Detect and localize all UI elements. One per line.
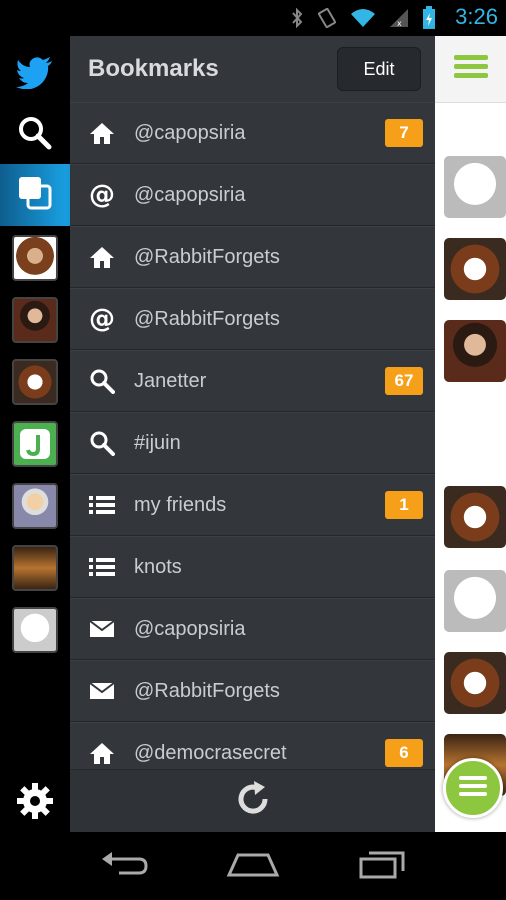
bookmark-label: knots [134,555,182,578]
at-icon: @ [70,305,134,333]
bookmark-label: @capopsiria [134,617,246,640]
wifi-icon [350,7,376,33]
mail-icon [70,681,134,701]
tweet-avatar[interactable] [444,320,506,382]
status-icons: x [290,6,436,34]
tweet-avatar[interactable] [444,238,506,300]
left-sidebar [0,36,70,832]
account-avatar-1[interactable] [0,232,70,284]
tweet-avatar[interactable] [444,486,506,548]
account-avatar-3[interactable] [0,356,70,408]
unread-count-badge: 67 [385,367,423,395]
bookmark-label: @RabbitForgets [134,679,280,702]
unread-count-badge: 7 [385,119,423,147]
account-avatar-7[interactable] [0,604,70,656]
home-icon[interactable] [226,849,280,883]
avatar [12,483,58,529]
bookmark-label: Janetter [134,369,207,392]
account-avatar-5[interactable] [0,480,70,532]
settings-gear-icon[interactable] [0,776,70,826]
avatar [12,545,58,591]
avatar [12,607,58,653]
account-avatar-2[interactable] [0,294,70,346]
back-icon[interactable] [99,849,149,883]
list-icon [70,494,134,516]
bookmark-label: @RabbitForgets [134,245,280,268]
tweet-avatar[interactable] [444,570,506,632]
bookmarks-drawer: Bookmarks Edit @capopsiria 7 @ @capopsiria @… [70,36,435,832]
bookmark-row[interactable]: @capopsiria [70,598,435,660]
home-icon [70,121,134,145]
search-icon [70,368,134,394]
unread-count-badge: 1 [385,491,423,519]
at-icon: @ [70,181,134,209]
bookmarks-tab[interactable] [0,164,70,226]
edit-button[interactable]: Edit [337,47,421,91]
mail-icon [70,619,134,639]
timeline-header [435,36,506,103]
bookmark-row[interactable]: @ @capopsiria [70,164,435,226]
account-avatar-4[interactable] [0,418,70,470]
system-nav-bar [0,832,506,900]
vibrate-icon [316,7,338,33]
unread-count-badge: 6 [385,739,423,767]
bookmark-row[interactable]: @RabbitForgets [70,660,435,722]
search-icon [70,430,134,456]
avatar [12,359,58,405]
timeline-pane [435,36,506,832]
battery-icon [422,6,436,34]
drawer-header: Bookmarks Edit [70,36,435,103]
svg-text:x: x [397,19,402,28]
avatar [12,421,58,467]
refresh-icon[interactable] [233,779,273,823]
menu-icon[interactable] [453,53,488,85]
bookmark-label: @capopsiria [134,183,246,206]
svg-text:@: @ [89,181,115,209]
status-time: 3:26 [455,4,498,29]
bookmark-label: my friends [134,493,227,516]
drawer-footer [70,769,435,832]
avatar [12,297,58,343]
home-icon [70,245,134,269]
bookmark-row[interactable]: @ @RabbitForgets [70,288,435,350]
recent-apps-icon[interactable] [357,849,407,883]
avatar [12,235,58,281]
signal-icon: x [388,7,410,33]
drawer-title: Bookmarks [88,55,219,82]
list-icon [459,774,487,802]
bookmarks-icon [15,173,55,217]
status-bar: x 3:26 [0,0,506,36]
home-icon [70,741,134,765]
bookmark-list: @capopsiria 7 @ @capopsiria @RabbitForgets @ @… [70,102,435,807]
tweet-avatar[interactable] [444,156,506,218]
list-icon [70,556,134,578]
bookmark-row[interactable]: knots [70,536,435,598]
bookmark-row[interactable]: #ijuin [70,412,435,474]
bookmark-label: @RabbitForgets [134,307,280,330]
bookmark-label: @capopsiria [134,121,246,144]
tweet-avatar[interactable] [444,652,506,714]
bookmark-row[interactable]: my friends 1 [70,474,435,536]
compose-fab-button[interactable] [443,758,503,818]
bookmark-row[interactable]: @capopsiria 7 [70,102,435,164]
bookmark-row[interactable]: Janetter 67 [70,350,435,412]
svg-text:@: @ [89,305,115,333]
twitter-bird-icon[interactable] [0,48,70,98]
account-avatar-6[interactable] [0,542,70,594]
bluetooth-icon [290,7,304,33]
bookmark-label: #ijuin [134,431,181,454]
bookmark-label: @democrasecret [134,741,287,764]
bookmark-row[interactable]: @RabbitForgets [70,226,435,288]
search-icon[interactable] [0,108,70,158]
